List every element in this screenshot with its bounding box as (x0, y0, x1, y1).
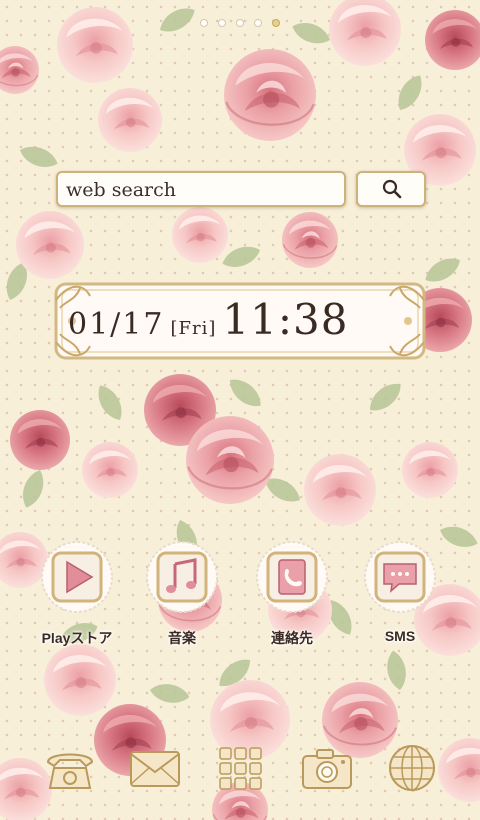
dock-camera[interactable] (297, 738, 357, 798)
dock-browser[interactable] (382, 738, 442, 798)
app-label: Playストア (41, 630, 113, 646)
dock-app-drawer[interactable] (210, 738, 270, 798)
app-label: 連絡先 (271, 630, 313, 646)
clock-time: 11:38 (222, 295, 349, 344)
floral-wallpaper (0, 0, 480, 820)
phone-icon (46, 753, 94, 789)
app-drawer-icon (219, 747, 262, 790)
camera-icon (302, 749, 352, 789)
page-dot[interactable] (254, 19, 262, 27)
clock-date: 01/17 (68, 307, 165, 342)
dock-phone[interactable] (40, 738, 100, 798)
mail-icon (130, 751, 180, 787)
app-label: 音楽 (168, 630, 196, 646)
page-dot[interactable] (200, 19, 208, 27)
app-music[interactable]: 音楽 (137, 540, 227, 660)
app-play-store[interactable]: Playストア (32, 540, 122, 660)
dock-mail[interactable] (125, 738, 185, 798)
search-placeholder: web search (66, 179, 176, 201)
page-indicator (0, 12, 480, 31)
page-dot[interactable] (218, 19, 226, 27)
music-note-icon (146, 541, 218, 613)
app-contacts[interactable]: 連絡先 (247, 540, 337, 660)
play-store-icon (41, 541, 113, 613)
search-icon (382, 179, 402, 199)
sms-icon (364, 541, 436, 613)
page-dot-active[interactable] (272, 19, 280, 27)
web-search-bar[interactable]: web search (56, 171, 346, 207)
app-label: SMS (384, 628, 416, 644)
search-button[interactable] (356, 171, 426, 207)
browser-globe-icon (389, 745, 435, 791)
clock-widget[interactable]: 01/17 [Fri] 11:38 (68, 295, 418, 347)
home-screen: web search 01/17 [Fri] 11:38 Playストア 音楽 … (0, 0, 480, 820)
contacts-icon (256, 541, 328, 613)
app-sms[interactable]: SMS (355, 540, 445, 660)
clock-day: [Fri] (170, 318, 217, 339)
page-dot[interactable] (236, 19, 244, 27)
